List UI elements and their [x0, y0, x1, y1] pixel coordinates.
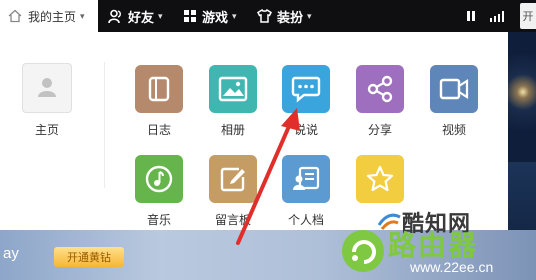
games-menu[interactable]: 游戏 ▾: [183, 0, 237, 32]
my-home-tab[interactable]: 我的主页 ▾: [0, 0, 98, 32]
dress-label: 装扮: [277, 9, 304, 25]
photo-tile[interactable]: [209, 65, 257, 113]
video-tile[interactable]: [430, 65, 478, 113]
profile-card-tile[interactable]: [282, 155, 330, 203]
app-label: 视频: [441, 123, 466, 137]
app-label: 留言板: [214, 213, 251, 227]
favorites-tile[interactable]: [356, 155, 404, 203]
watermark-circle-icon: [342, 230, 384, 272]
chevron-down-icon: ▾: [80, 10, 85, 21]
banner-text: ay: [3, 245, 19, 262]
home-link[interactable]: 主页: [22, 121, 72, 138]
chevron-down-icon: ▾: [158, 10, 163, 21]
watermark-router: 路由器 www.22ee.cn: [340, 226, 536, 280]
music-icon: [145, 165, 173, 193]
music-tile[interactable]: [135, 155, 183, 203]
app-label: 说说: [293, 123, 318, 137]
message-board-tile[interactable]: [209, 155, 257, 203]
journal-icon: [148, 76, 170, 102]
journal-tile[interactable]: [135, 65, 183, 113]
watermark-url: www.22ee.cn: [410, 259, 494, 275]
app-label: 日志: [146, 123, 171, 137]
open-edge-button[interactable]: 开: [520, 3, 536, 29]
app-label: 分享: [367, 123, 392, 137]
share-icon: [367, 75, 393, 103]
watermark-main-text: 路由器: [388, 230, 479, 261]
chat-bubble-icon: [291, 76, 321, 103]
friends-menu[interactable]: 好友 ▾: [108, 0, 163, 32]
open-yellow-diamond-button[interactable]: 开通黄钻: [54, 247, 124, 267]
app-label: 音乐: [146, 213, 171, 227]
my-home-label: 我的主页: [28, 9, 77, 24]
share-tile[interactable]: [356, 65, 404, 113]
top-nav-bar: 我的主页 ▾ 好友 ▾ 游戏 ▾ 装扮 ▾ 开: [0, 0, 536, 32]
chat-tile[interactable]: [282, 65, 330, 113]
photo-icon: [218, 76, 248, 102]
chevron-down-icon: ▾: [232, 10, 237, 21]
friends-label: 好友: [128, 9, 155, 25]
friends-icon: [108, 9, 121, 23]
star-icon: [366, 165, 394, 192]
home-icon: [8, 9, 22, 23]
chevron-down-icon: ▾: [307, 10, 312, 21]
avatar[interactable]: [22, 63, 72, 113]
user-icon: [38, 78, 56, 97]
signal-bars-icon[interactable]: [490, 0, 504, 32]
app-label: 相册: [220, 123, 245, 137]
message-board-icon: [220, 167, 245, 192]
dress-menu[interactable]: 装扮 ▾: [257, 0, 312, 32]
games-label: 游戏: [202, 9, 229, 25]
tshirt-icon: [257, 9, 272, 23]
video-icon: [439, 78, 469, 100]
grid-icon: [184, 10, 196, 22]
divider: [104, 62, 105, 188]
profile-card-icon: [293, 166, 320, 190]
pause-icon[interactable]: [466, 0, 476, 32]
app-label: 个人档: [287, 213, 324, 227]
